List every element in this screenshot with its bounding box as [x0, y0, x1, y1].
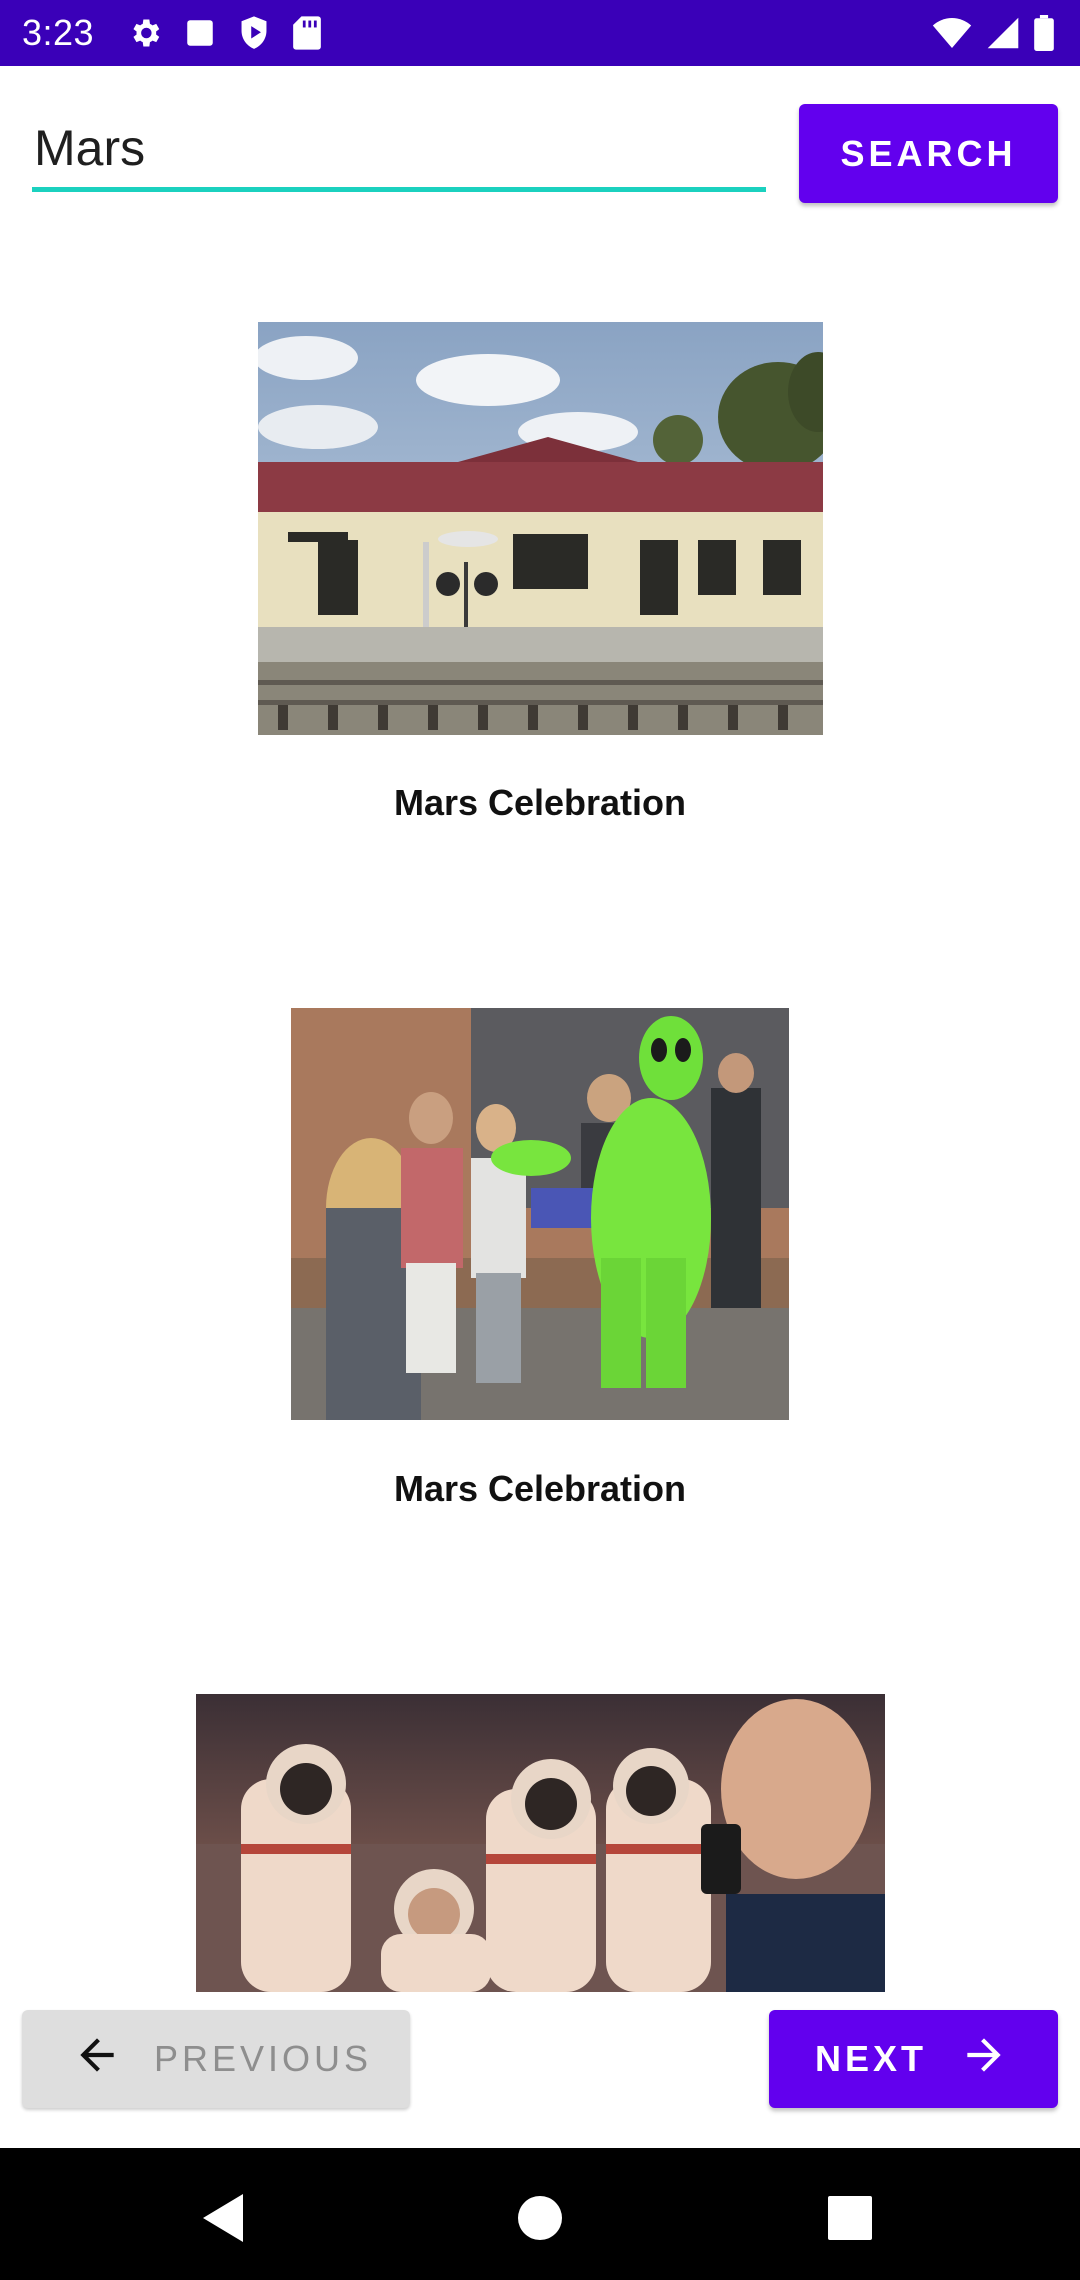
search-button[interactable]: SEARCH	[799, 104, 1058, 203]
status-icons-right	[932, 14, 1054, 52]
alien-costume-crowd-photo	[291, 1008, 789, 1420]
search-underline	[32, 187, 766, 192]
search-field[interactable]	[32, 110, 766, 192]
arrow-left-icon	[72, 2030, 122, 2089]
result-title: Mars Celebration	[393, 1468, 687, 1509]
home-icon[interactable]	[510, 2188, 570, 2248]
play-shield-icon	[237, 15, 271, 51]
result-card[interactable]: Mars Celebration	[65, 270, 1015, 870]
status-icons-left	[127, 14, 323, 52]
result-title: Mars Celebration	[393, 782, 687, 823]
result-card[interactable]: Mars Celebration	[65, 956, 1015, 1556]
astronaut-suits-photo	[196, 1694, 885, 1992]
result-card[interactable]	[65, 1642, 1015, 1992]
train-station-photo	[258, 322, 823, 735]
battery-icon	[1034, 15, 1054, 51]
wifi-icon	[932, 16, 972, 50]
results-list[interactable]: Mars Celebration Mars Celebration	[0, 270, 1080, 1992]
previous-label: PREVIOUS	[154, 2038, 373, 2079]
next-label: NEXT	[815, 2038, 928, 2079]
search-input[interactable]	[32, 110, 766, 186]
status-time: 3:23	[22, 12, 95, 53]
signal-icon	[986, 16, 1020, 50]
back-icon[interactable]	[195, 2188, 255, 2248]
gear-icon	[127, 15, 163, 51]
previous-button[interactable]: PREVIOUS	[22, 2010, 410, 2108]
navigation-bar	[0, 2148, 1080, 2280]
status-bar: 3:23	[0, 0, 1080, 66]
sd-card-icon	[291, 15, 323, 51]
arrow-right-icon	[959, 2030, 1009, 2089]
recents-icon[interactable]	[820, 2188, 880, 2248]
next-button[interactable]: NEXT	[769, 2010, 1058, 2108]
square-icon	[183, 16, 217, 50]
